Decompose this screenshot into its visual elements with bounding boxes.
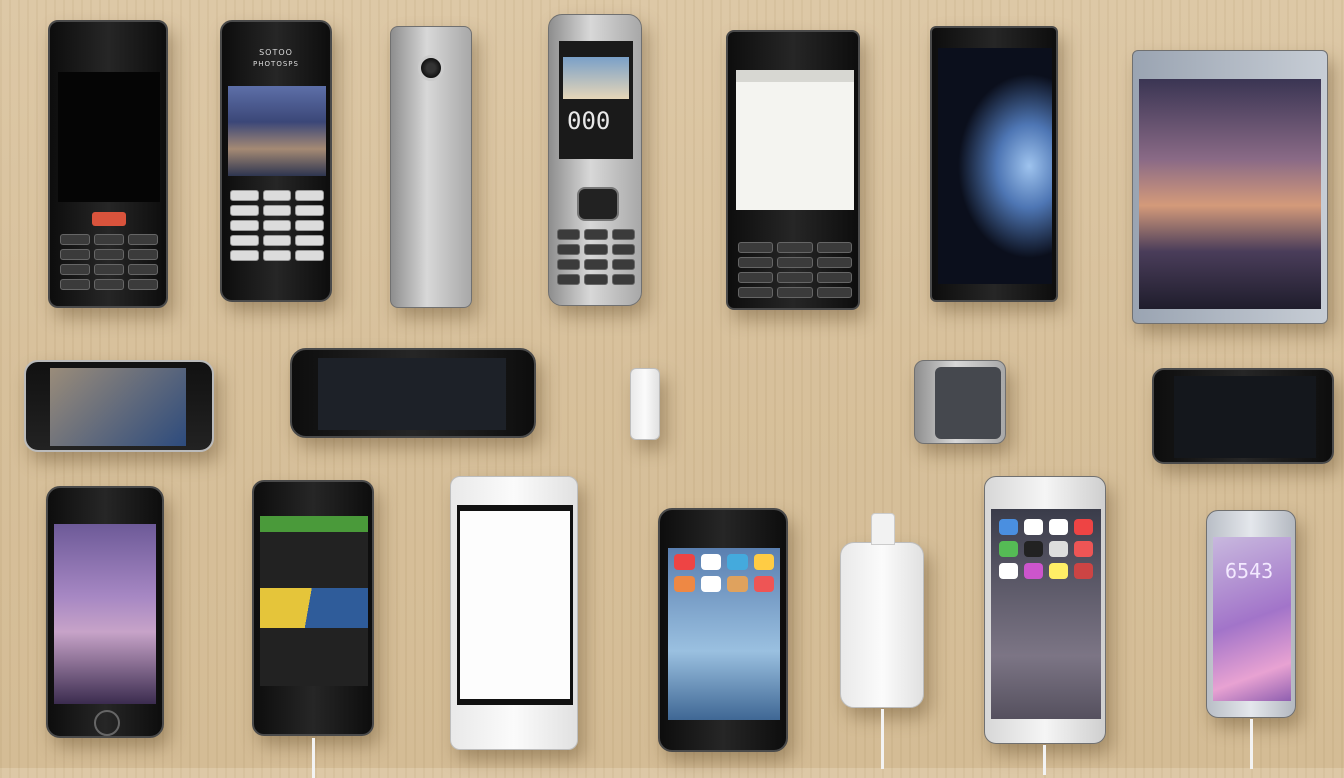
tablet — [1132, 50, 1328, 324]
phone-4-nav-key — [577, 187, 619, 221]
ios-homescreen — [668, 548, 780, 720]
charging-cable-2 — [1043, 745, 1046, 775]
black-smartphone-wave — [930, 26, 1058, 302]
tablet-sunset-screen — [1139, 79, 1321, 309]
app-icon-grid-2 — [999, 519, 1093, 579]
small-white-device — [630, 368, 660, 440]
landscape-phone-2 — [290, 348, 536, 438]
phone-4-sky-photo — [563, 57, 629, 99]
android-app-screen — [260, 516, 368, 686]
iphone-purple — [46, 486, 164, 738]
phone-2-brand: SOTOO — [259, 48, 293, 57]
white-power-adapter — [840, 513, 924, 769]
landscape-phone-1-screen — [50, 368, 186, 446]
square-device — [914, 360, 1006, 444]
green-header-bar — [260, 516, 368, 532]
pink-wallpaper-screen: 6543 — [1213, 537, 1291, 701]
charging-cable — [312, 738, 315, 778]
lockscreen-clock: 6543 — [1225, 559, 1274, 583]
landscape-phone-2-screen — [318, 358, 506, 430]
phone-2-screen — [228, 86, 326, 176]
candybar-phone-1 — [48, 20, 168, 308]
landscape-phone-3-screen — [1174, 376, 1316, 458]
android-phone-green — [252, 480, 374, 778]
adapter-plug — [871, 513, 895, 545]
app-icon-grid — [674, 554, 774, 592]
white-smartphone-blank — [450, 476, 578, 750]
qwerty-phone-header-bar — [736, 70, 854, 82]
phone-4-keypad — [557, 229, 635, 285]
wave-wallpaper-screen — [938, 48, 1052, 284]
white-smartphone-icons — [984, 476, 1106, 775]
phone-4-screen: 000 — [559, 41, 633, 159]
slider-phone-4: 000 — [548, 14, 642, 306]
phone-2-subbrand: PHOTOSPS — [253, 60, 299, 68]
phone-1-keypad — [60, 234, 158, 290]
adapter-cable — [881, 709, 884, 769]
phone-1-dpad — [92, 212, 126, 226]
blank-white-screen — [457, 505, 573, 705]
qwerty-phone — [726, 30, 860, 310]
home-button-icon — [94, 710, 120, 736]
small-smartphone-pink: 6543 — [1206, 510, 1296, 769]
camera-lens-icon — [418, 55, 444, 81]
purple-galaxy-screen — [54, 524, 156, 704]
qwerty-phone-keyboard — [738, 242, 852, 298]
charging-cable-3 — [1250, 719, 1253, 769]
icons-homescreen — [991, 509, 1101, 719]
square-device-face — [935, 367, 1001, 439]
phone-4-clock: 000 — [567, 107, 611, 135]
yellow-banner — [260, 588, 368, 628]
candybar-phone-2: SOTOO PHOTOSPS — [220, 20, 332, 302]
phone-2-keypad — [230, 190, 324, 261]
landscape-phone-3 — [1152, 368, 1334, 464]
qwerty-phone-screen — [736, 70, 854, 210]
iphone-app-grid — [658, 508, 788, 752]
phone-1-screen — [58, 72, 160, 202]
silver-slider-phone — [390, 26, 472, 308]
landscape-phone-1 — [24, 360, 214, 452]
